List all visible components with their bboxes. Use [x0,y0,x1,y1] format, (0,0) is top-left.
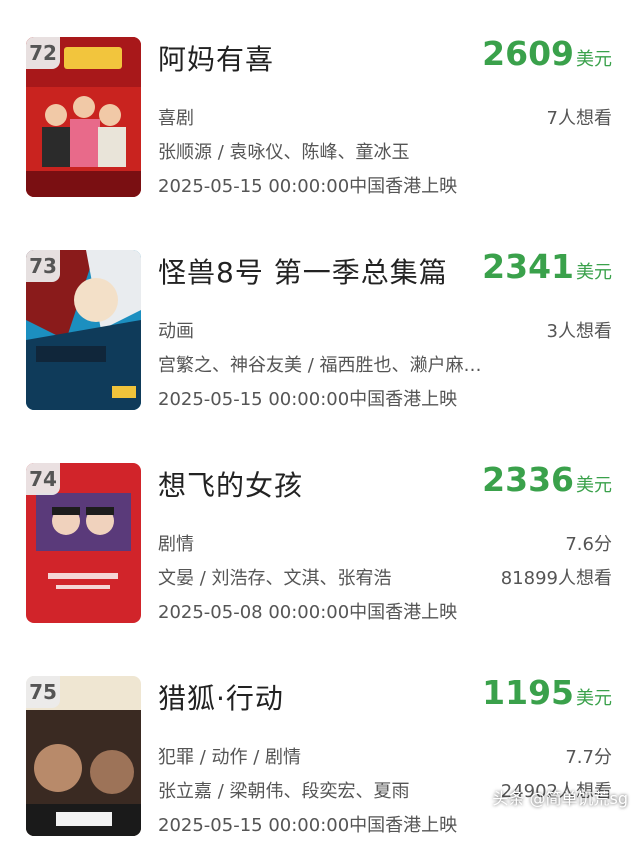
movie-list: 72 阿妈有喜 2609 美元 喜剧 7人想看 张顺源 / 袁咏仪、陈峰、童冰玉 … [0,0,640,852]
box-office: 2609 美元 [482,34,612,73]
movie-title[interactable]: 猎狐·行动 [158,677,284,717]
box-office: 1195 美元 [482,673,612,712]
box-office-value: 2609 [482,34,574,73]
watermark: 头条 @简单饥荒sg [492,789,628,808]
rank-badge: 75 [26,676,60,708]
box-office: 2336 美元 [482,460,612,499]
movie-cast: 张立嘉 / 梁朝伟、段奕宏、夏雨 [158,781,410,802]
movie-cast: 文晏 / 刘浩存、文淇、张宥浩 [158,568,392,589]
list-item[interactable]: 74 想飞的女孩 2336 美元 剧情 7.6分 文晏 / 刘浩存、文淇、张宥浩 … [0,426,640,639]
movie-poster[interactable]: 74 [26,463,141,623]
box-office-unit: 美元 [576,688,612,709]
movie-rating: 3人想看 [546,321,612,342]
movie-genre: 喜剧 [158,108,194,129]
release-info: 2025-05-15 00:00:00中国香港上映 [158,815,458,836]
release-info: 2025-05-15 00:00:00中国香港上映 [158,389,458,410]
movie-cast: 张顺源 / 袁咏仪、陈峰、童冰玉 [158,142,410,163]
movie-genre: 剧情 [158,534,194,555]
movie-poster[interactable]: 75 [26,676,141,836]
rank-badge: 73 [26,250,60,282]
movie-title[interactable]: 怪兽8号 第一季总集篇 [158,251,448,291]
box-office: 2341 美元 [482,247,612,286]
list-item[interactable]: 72 阿妈有喜 2609 美元 喜剧 7人想看 张顺源 / 袁咏仪、陈峰、童冰玉 … [0,0,640,213]
want-count: 81899人想看 [500,568,612,589]
rank-badge: 74 [26,463,60,495]
movie-rating: 7人想看 [546,108,612,129]
box-office-unit: 美元 [576,262,612,283]
movie-rating: 7.7分 [565,747,612,768]
list-item[interactable]: 73 怪兽8号 第一季总集篇 2341 美元 动画 3人想看 宫繁之、神谷友美 /… [0,213,640,426]
movie-cast: 宫繁之、神谷友美 / 福西胜也、濑户麻沙美、加藤涉 [158,355,488,376]
box-office-value: 2341 [482,247,574,286]
list-item[interactable]: 75 猎狐·行动 1195 美元 犯罪 / 动作 / 剧情 7.7分 张立嘉 / … [0,639,640,852]
movie-title[interactable]: 想飞的女孩 [158,464,303,504]
box-office-unit: 美元 [576,475,612,496]
release-info: 2025-05-15 00:00:00中国香港上映 [158,176,458,197]
movie-rating: 7.6分 [565,534,612,555]
movie-genre: 犯罪 / 动作 / 剧情 [158,747,302,768]
movie-title[interactable]: 阿妈有喜 [158,38,274,78]
movie-poster[interactable]: 72 [26,37,141,197]
box-office-value: 2336 [482,460,574,499]
rank-badge: 72 [26,37,60,69]
release-info: 2025-05-08 00:00:00中国香港上映 [158,602,458,623]
box-office-value: 1195 [482,673,574,712]
movie-poster[interactable]: 73 [26,250,141,410]
box-office-unit: 美元 [576,49,612,70]
movie-genre: 动画 [158,321,194,342]
